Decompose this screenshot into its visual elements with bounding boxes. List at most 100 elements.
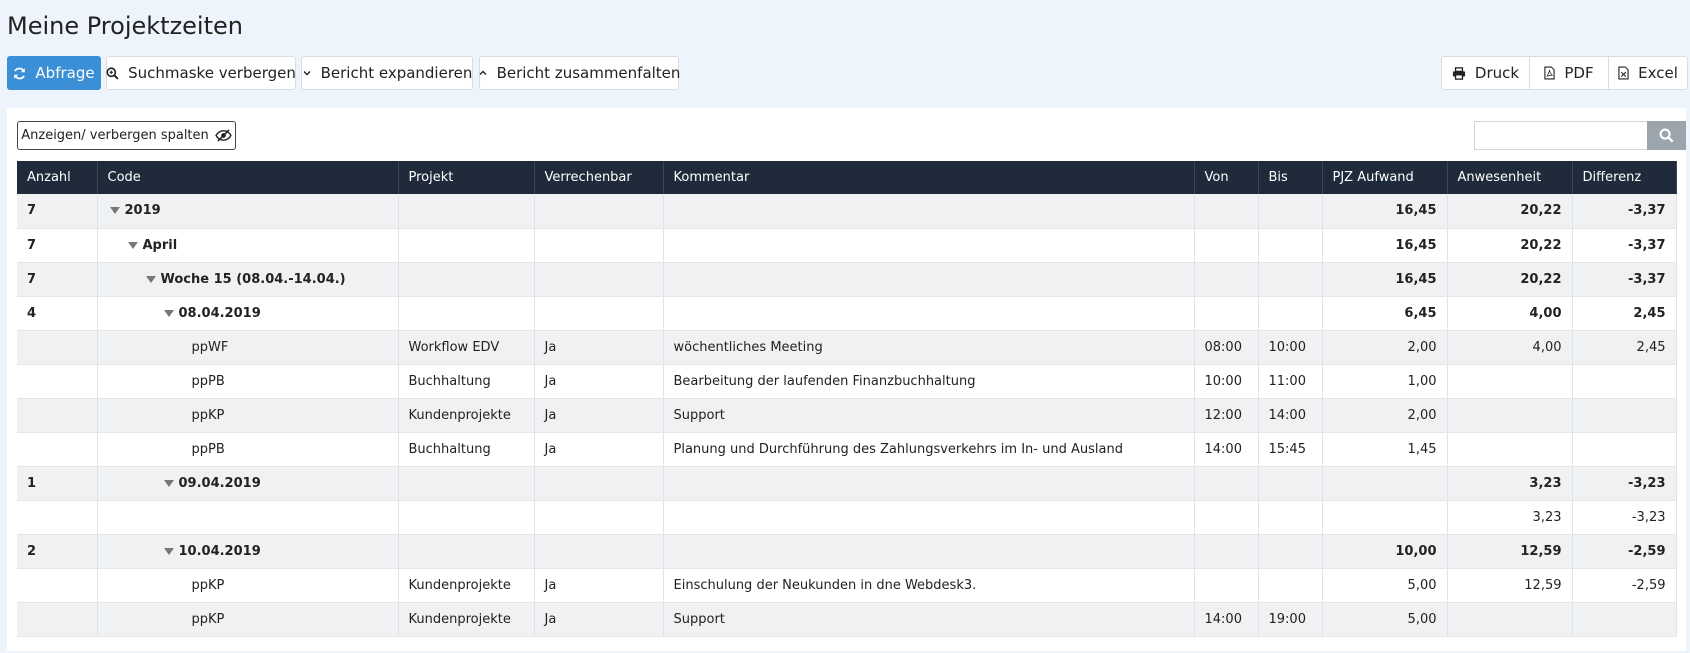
cell-project xyxy=(398,228,535,263)
cell-code: 2019 xyxy=(97,194,399,229)
cell-difference: 2,45 xyxy=(1572,330,1677,365)
table-row[interactable]: ppPB Buchhaltung Ja Bearbeitung der lauf… xyxy=(17,364,1677,399)
cell-effort: 2,00 xyxy=(1322,398,1448,433)
cell-count xyxy=(17,602,98,637)
caret-down-icon[interactable] xyxy=(163,309,174,317)
cell-presence xyxy=(1447,398,1573,433)
caret-down-icon[interactable] xyxy=(163,547,174,555)
cell-presence: 4,00 xyxy=(1447,330,1573,365)
print-icon xyxy=(1452,66,1466,80)
cell-from xyxy=(1194,262,1259,297)
print-button[interactable]: Druck xyxy=(1441,56,1530,90)
cell-to xyxy=(1258,296,1323,331)
cell-project xyxy=(398,262,535,297)
cell-from xyxy=(1194,194,1259,229)
cell-comment: Bearbeitung der laufenden Finanzbuchhalt… xyxy=(663,364,1195,399)
cell-difference: -2,59 xyxy=(1572,568,1677,603)
cell-effort: 16,45 xyxy=(1322,228,1448,263)
cell-billable: Ja xyxy=(534,398,664,433)
hide-search-button[interactable]: Suchmaske verbergen xyxy=(106,56,296,90)
pdf-button[interactable]: PDF xyxy=(1529,56,1609,90)
column-header-presence[interactable]: Anwesenheit xyxy=(1447,161,1573,194)
cell-difference: 2,45 xyxy=(1572,296,1677,331)
cell-count xyxy=(17,500,98,535)
cell-to xyxy=(1258,534,1323,569)
cell-to: 15:45 xyxy=(1258,432,1323,467)
expand-report-button[interactable]: Bericht expandieren xyxy=(301,56,473,90)
cell-difference: -2,59 xyxy=(1572,534,1677,569)
cell-project xyxy=(398,194,535,229)
cell-project: Workflow EDV xyxy=(398,330,535,365)
group-row-year[interactable]: 7 2019 16,45 20,22 -3,37 xyxy=(17,194,1677,229)
group-row-day[interactable]: 1 09.04.2019 3,23 -3,23 xyxy=(17,466,1677,501)
cell-to xyxy=(1258,466,1323,501)
toggle-columns-button[interactable]: Anzeigen/ verbergen spalten xyxy=(17,121,236,150)
cell-code: ppKP xyxy=(97,568,399,603)
cell-difference xyxy=(1572,432,1677,467)
table-row[interactable]: 3,23 -3,23 xyxy=(17,500,1677,535)
group-row-month[interactable]: 7 April 16,45 20,22 -3,37 xyxy=(17,228,1677,263)
caret-down-icon[interactable] xyxy=(145,275,156,283)
cell-code: April xyxy=(97,228,399,263)
search-button[interactable] xyxy=(1647,121,1686,150)
cell-presence: 20,22 xyxy=(1447,262,1573,297)
cell-billable xyxy=(534,296,664,331)
cell-project: Kundenprojekte xyxy=(398,398,535,433)
cell-presence: 20,22 xyxy=(1447,194,1573,229)
eye-slash-icon xyxy=(215,129,232,142)
cell-effort: 16,45 xyxy=(1322,194,1448,229)
cell-project xyxy=(398,534,535,569)
table-header-row: Anzahl Code Projekt Verrechenbar Komment… xyxy=(17,161,1677,194)
cell-to: 19:00 xyxy=(1258,602,1323,637)
cell-comment xyxy=(663,194,1195,229)
column-header-project[interactable]: Projekt xyxy=(398,161,535,194)
caret-down-icon[interactable] xyxy=(163,479,174,487)
column-header-code[interactable]: Code xyxy=(97,161,399,194)
cell-effort xyxy=(1322,466,1448,501)
cell-project: Buchhaltung xyxy=(398,364,535,399)
cell-billable xyxy=(534,466,664,501)
cell-count xyxy=(17,432,98,467)
cell-from xyxy=(1194,568,1259,603)
cell-difference: -3,37 xyxy=(1572,228,1677,263)
cell-to xyxy=(1258,228,1323,263)
column-header-billable[interactable]: Verrechenbar xyxy=(534,161,664,194)
collapse-report-button[interactable]: Bericht zusammenfalten xyxy=(479,56,680,90)
group-row-week[interactable]: 7 Woche 15 (08.04.-14.04.) 16,45 20,22 -… xyxy=(17,262,1677,297)
table-row[interactable]: ppWF Workflow EDV Ja wöchentliches Meeti… xyxy=(17,330,1677,365)
print-label: Druck xyxy=(1474,64,1520,82)
cell-to xyxy=(1258,262,1323,297)
caret-down-icon[interactable] xyxy=(109,207,120,215)
cell-comment xyxy=(663,228,1195,263)
cell-count xyxy=(17,568,98,603)
column-header-count[interactable]: Anzahl xyxy=(17,161,98,194)
cell-difference xyxy=(1572,602,1677,637)
group-row-day[interactable]: 2 10.04.2019 10,00 12,59 -2,59 xyxy=(17,534,1677,569)
column-header-from[interactable]: Von xyxy=(1194,161,1259,194)
cell-code: Woche 15 (08.04.-14.04.) xyxy=(97,262,399,297)
column-header-comment[interactable]: Kommentar xyxy=(663,161,1195,194)
cell-count: 1 xyxy=(17,466,98,501)
table-row[interactable]: ppPB Buchhaltung Ja Planung und Durchfüh… xyxy=(17,432,1677,467)
cell-effort: 6,45 xyxy=(1322,296,1448,331)
excel-button[interactable]: Excel xyxy=(1608,56,1688,90)
column-header-effort[interactable]: PJZ Aufwand xyxy=(1322,161,1448,194)
cell-difference: -3,37 xyxy=(1572,194,1677,229)
query-button[interactable]: Abfrage xyxy=(7,56,101,90)
table-row[interactable]: ppKP Kundenprojekte Ja Einschulung der N… xyxy=(17,568,1677,603)
cell-count: 2 xyxy=(17,534,98,569)
cell-billable: Ja xyxy=(534,432,664,467)
cell-difference xyxy=(1572,398,1677,433)
cell-effort: 5,00 xyxy=(1322,568,1448,603)
column-header-to[interactable]: Bis xyxy=(1258,161,1323,194)
table-row[interactable]: ppKP Kundenprojekte Ja Support 12:00 14:… xyxy=(17,398,1677,433)
cell-to: 14:00 xyxy=(1258,398,1323,433)
column-header-difference[interactable]: Differenz xyxy=(1572,161,1677,194)
hide-search-label: Suchmaske verbergen xyxy=(128,64,296,82)
cell-code: 08.04.2019 xyxy=(97,296,399,331)
search-input[interactable] xyxy=(1474,121,1647,150)
report-table: Anzahl Code Projekt Verrechenbar Komment… xyxy=(17,161,1677,637)
table-row[interactable]: ppKP Kundenprojekte Ja Support 14:00 19:… xyxy=(17,602,1677,637)
group-row-day[interactable]: 4 08.04.2019 6,45 4,00 2,45 xyxy=(17,296,1677,331)
caret-down-icon[interactable] xyxy=(127,241,138,249)
